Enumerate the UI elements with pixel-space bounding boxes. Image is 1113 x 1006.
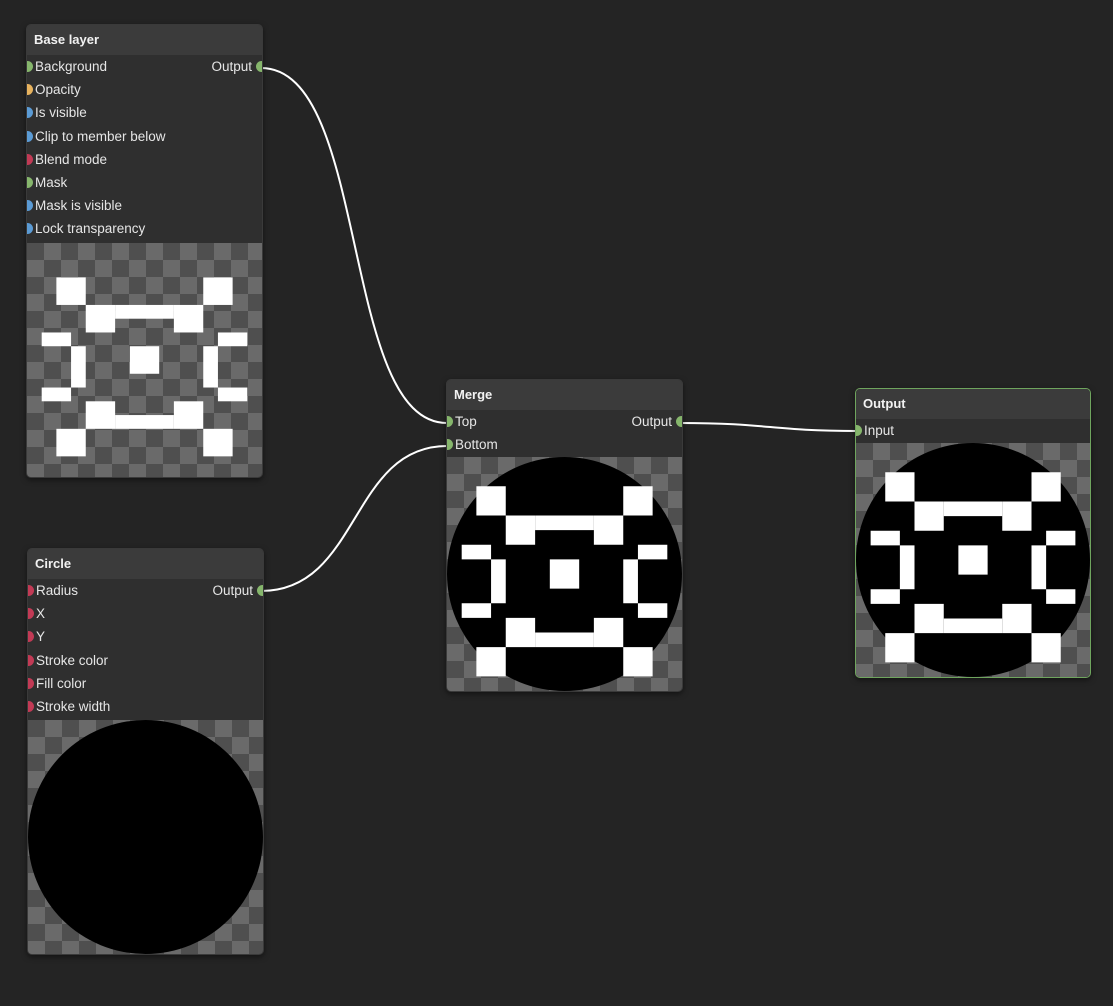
port-row-bottom: Bottom [447, 433, 682, 456]
port-row-input: Input [856, 419, 1090, 442]
fill-color-label: Fill color [36, 675, 87, 691]
circle-title: Circle [28, 549, 263, 579]
input-label: Input [864, 423, 895, 438]
base-layer-output-label: Output [211, 59, 252, 74]
top-input-port[interactable] [447, 416, 453, 427]
is-visible-label: Is visible [35, 105, 87, 121]
lock-transparency-label: Lock transparency [35, 221, 146, 237]
mask-input-port[interactable] [27, 176, 33, 188]
wire-circle-output-to-merge-bottom [260, 445, 448, 592]
blend-mode-label: Blend mode [35, 151, 108, 167]
port-row-background: Background Output [27, 55, 262, 78]
top-label: Top [455, 414, 477, 429]
output-image [856, 443, 1090, 677]
radius-input-port[interactable] [28, 585, 34, 596]
x-input-port[interactable] [28, 608, 34, 620]
background-label: Background [35, 59, 108, 74]
wire-base-output-to-merge-top [260, 67, 448, 424]
circle-image [28, 720, 263, 954]
port-row-is-visible: Is visible [27, 101, 262, 124]
mask-is-visible-input-port[interactable] [27, 200, 33, 212]
circle-output-port[interactable] [257, 585, 263, 596]
output-preview [856, 443, 1090, 677]
port-row-x: X [28, 602, 263, 625]
merge-node[interactable]: Merge Top Output Bottom [446, 379, 683, 692]
stroke-color-input-port[interactable] [28, 654, 34, 666]
clip-to-member-below-input-port[interactable] [27, 130, 33, 142]
base-layer-title: Base layer [27, 25, 262, 55]
port-row-blend-mode: Blend mode [27, 148, 262, 171]
port-row-stroke-color: Stroke color [28, 649, 263, 672]
clip-to-member-below-label: Clip to member below [35, 128, 166, 144]
bottom-input-port[interactable] [447, 439, 453, 451]
input-port[interactable] [856, 425, 862, 436]
circle-node[interactable]: Circle Radius Output X Y Stroke color Fi… [27, 548, 264, 955]
merge-output-label: Output [631, 414, 672, 429]
stroke-width-label: Stroke width [36, 698, 111, 714]
bottom-label: Bottom [455, 437, 498, 453]
merged-image [447, 457, 682, 691]
circle-preview [28, 720, 263, 954]
sun-pattern-image [41, 277, 248, 457]
opacity-label: Opacity [35, 82, 81, 98]
mask-is-visible-label: Mask is visible [35, 198, 123, 214]
port-row-mask: Mask [27, 171, 262, 194]
port-row-top: Top Output [447, 410, 682, 433]
wire-merge-output-to-output-input [679, 422, 858, 432]
port-row-lock-transparency: Lock transparency [27, 217, 262, 240]
stroke-color-label: Stroke color [36, 652, 109, 668]
y-input-port[interactable] [28, 631, 34, 643]
mask-label: Mask [35, 174, 68, 190]
base-layer-node[interactable]: Base layer Background Output Opacity Is … [26, 24, 263, 478]
port-row-fill-color: Fill color [28, 672, 263, 695]
radius-label: Radius [36, 583, 79, 598]
circle-output-label: Output [212, 583, 253, 598]
port-row-opacity: Opacity [27, 78, 262, 101]
port-row-stroke-width: Stroke width [28, 695, 263, 718]
x-label: X [36, 606, 46, 622]
is-visible-input-port[interactable] [27, 107, 33, 119]
merge-output-port[interactable] [676, 416, 682, 427]
fill-color-input-port[interactable] [28, 677, 34, 689]
background-input-port[interactable] [27, 61, 33, 72]
merge-preview [447, 457, 682, 691]
lock-transparency-input-port[interactable] [27, 223, 33, 235]
y-label: Y [36, 629, 46, 645]
port-row-y: Y [28, 625, 263, 648]
stroke-width-input-port[interactable] [28, 700, 34, 712]
output-node[interactable]: Output Input [855, 388, 1091, 678]
port-row-radius: Radius Output [28, 579, 263, 602]
base-layer-output-port[interactable] [256, 61, 262, 72]
merge-title: Merge [447, 380, 682, 410]
opacity-input-port[interactable] [27, 84, 33, 96]
port-row-mask-is-visible: Mask is visible [27, 194, 262, 217]
blend-mode-input-port[interactable] [27, 153, 33, 165]
output-title: Output [856, 389, 1090, 419]
port-row-clip-to-member-below: Clip to member below [27, 125, 262, 148]
base-layer-preview [27, 243, 262, 477]
